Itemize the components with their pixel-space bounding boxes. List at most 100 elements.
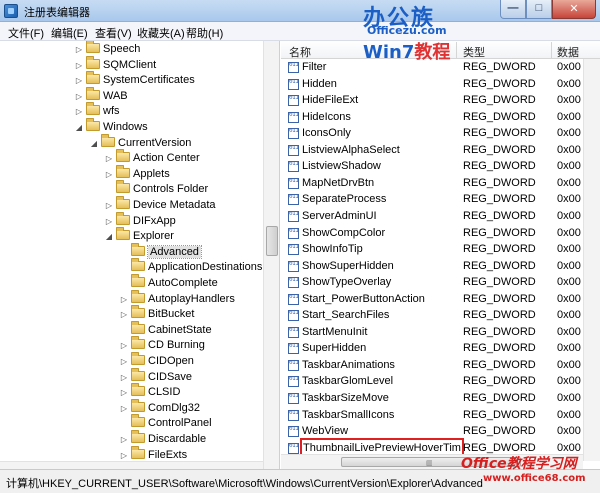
registry-tree[interactable]: ▷ Speech ▷ SQMClient ▷ SystemCertificates ▷ WAB… xyxy=(0,41,280,469)
value-type: REG_DWORD xyxy=(463,176,536,189)
tree-node-label: CIDOpen xyxy=(148,355,194,367)
expand-arrow-icon[interactable]: ▷ xyxy=(74,42,84,58)
value-data: 0x00 xyxy=(557,292,581,305)
tree-node[interactable]: ▷ CLSID xyxy=(119,383,180,401)
column-separator[interactable] xyxy=(551,42,552,58)
tree-node[interactable]: ▷ Speech xyxy=(74,41,140,58)
registry-value-row[interactable]: 011 110HideFileExt REG_DWORD 0x00 xyxy=(281,92,600,109)
registry-value-row[interactable]: 011 110TaskbarSmallIcons REG_DWORD 0x00 xyxy=(281,407,600,424)
registry-value-row[interactable]: 011 110ServerAdminUI REG_DWORD 0x00 xyxy=(281,208,600,225)
value-type: REG_DWORD xyxy=(463,342,536,355)
collapse-arrow-icon[interactable]: ◢ xyxy=(89,136,99,152)
tree-node[interactable]: ▷ DIFxApp xyxy=(104,211,176,230)
value-data: 0x00 xyxy=(557,408,581,421)
tree-node[interactable]: ▷ wfs xyxy=(74,102,120,120)
expand-arrow-icon[interactable]: ▷ xyxy=(74,58,84,74)
minimize-button[interactable]: — xyxy=(500,0,526,19)
tree-node-label: CD Burning xyxy=(148,339,205,352)
registry-value-row[interactable]: 011 110StartMenuInit REG_DWORD 0x00 xyxy=(281,324,600,341)
registry-value-row[interactable]: 011 110TaskbarSizeMove REG_DWORD 0x00 xyxy=(281,390,600,407)
tree-node[interactable]: ▷ CIDOpen xyxy=(119,352,194,370)
registry-value-row[interactable]: 011 110ShowTypeOverlay REG_DWORD 0x00 xyxy=(281,274,600,291)
column-name-header[interactable]: 名称 xyxy=(289,44,311,60)
tree-node-label: BitBucket xyxy=(148,308,195,321)
menu-view[interactable]: 查看(V) xyxy=(95,25,132,41)
registry-value-row[interactable]: 011 110IconsOnly REG_DWORD 0x00 xyxy=(281,125,600,142)
registry-value-row[interactable]: 011 110SuperHidden REG_DWORD 0x00 xyxy=(281,340,600,357)
expand-arrow-icon[interactable]: ▷ xyxy=(104,151,114,167)
expand-arrow-icon[interactable]: ▷ xyxy=(74,104,84,120)
list-vertical-scrollbar[interactable] xyxy=(583,59,600,461)
registry-value-row[interactable]: 011 110SeparateProcess REG_DWORD 0x00 xyxy=(281,191,600,208)
values-list[interactable]: 名称 类型 数据 011 110FilterREG_DWORD0x00011 1… xyxy=(281,41,600,469)
value-data: 0x00 xyxy=(557,77,581,90)
regedit-app-icon xyxy=(4,4,18,18)
expand-arrow-icon[interactable]: ▷ xyxy=(119,307,129,323)
tree-node[interactable]: ▷ CIDSave xyxy=(119,367,192,386)
tree-node[interactable]: ApplicationDestinations xyxy=(119,258,262,276)
expand-arrow-icon[interactable]: ▷ xyxy=(119,338,129,354)
registry-value-row[interactable]: 011 110WebView REG_DWORD 0x00 xyxy=(281,423,600,440)
menu-edit[interactable]: 编辑(E) xyxy=(51,25,88,41)
value-type: REG_DWORD xyxy=(463,77,536,90)
value-data: 0x00 xyxy=(557,61,581,73)
expand-arrow-icon[interactable]: ▷ xyxy=(104,167,114,183)
value-type: REG_DWORD xyxy=(463,160,536,173)
expand-arrow-icon[interactable]: ▷ xyxy=(74,73,84,89)
registry-value-row[interactable]: 011 110Start_PowerButtonAction REG_DWORD 0… xyxy=(281,291,600,308)
expand-arrow-icon[interactable]: ▷ xyxy=(119,385,129,401)
registry-value-row[interactable]: 011 110ShowSuperHidden REG_DWORD 0x00 xyxy=(281,258,600,275)
menu-file[interactable]: 文件(F) xyxy=(8,25,44,41)
expand-arrow-icon[interactable]: ▷ xyxy=(104,214,114,230)
registry-value-row[interactable]: 011 110ListviewAlphaSelect REG_DWORD 0x00 xyxy=(281,142,600,159)
menu-help[interactable]: 帮助(H) xyxy=(186,25,223,41)
tree-vertical-scrollbar[interactable] xyxy=(263,41,279,469)
collapse-arrow-icon[interactable]: ◢ xyxy=(104,229,114,245)
expand-arrow-icon[interactable]: ▷ xyxy=(119,370,129,386)
value-name: Hidden xyxy=(302,77,337,90)
registry-value-row[interactable]: 011 110ShowCompColor REG_DWORD 0x00 xyxy=(281,225,600,242)
folder-icon xyxy=(131,367,145,381)
tree-node[interactable]: ▷ WAB xyxy=(74,86,128,105)
registry-value-row[interactable]: 011 110Start_SearchFiles REG_DWORD 0x00 xyxy=(281,307,600,324)
tree-node[interactable]: ◢ Windows xyxy=(74,118,148,136)
expand-arrow-icon[interactable]: ▷ xyxy=(119,292,129,308)
folder-icon xyxy=(116,164,130,178)
value-data: 0x00 xyxy=(557,193,581,206)
value-data: 0x00 xyxy=(557,342,581,355)
window-controls: — □ ✕ xyxy=(500,0,596,19)
registry-value-row[interactable]: 011 110TaskbarGlomLevel REG_DWORD 0x00 xyxy=(281,373,600,390)
registry-value-row[interactable]: 011 110ShowInfoTip REG_DWORD 0x00 xyxy=(281,241,600,258)
maximize-button[interactable]: □ xyxy=(526,0,552,19)
value-type: REG_DWORD xyxy=(463,392,536,404)
close-button[interactable]: ✕ xyxy=(552,0,596,19)
registry-value-row[interactable]: 011 110ListviewShadow REG_DWORD 0x00 xyxy=(281,158,600,175)
folder-icon xyxy=(116,196,130,209)
value-data: 0x00 xyxy=(557,392,581,404)
menu-favorites[interactable]: 收藏夹(A) xyxy=(137,25,185,41)
registry-value-row[interactable]: 011 110HideIcons REG_DWORD 0x00 xyxy=(281,109,600,126)
value-type: REG_DWORD xyxy=(463,375,536,388)
tree-node[interactable]: ◢ CurrentVersion xyxy=(89,133,191,152)
registry-value-row[interactable]: 011 110Hidden REG_DWORD 0x00 xyxy=(281,76,600,93)
tree-node-label: Controls Folder xyxy=(133,183,209,196)
expand-arrow-icon[interactable]: ▷ xyxy=(119,401,129,417)
tree-node[interactable]: ◢ Explorer xyxy=(104,227,174,245)
collapse-arrow-icon[interactable]: ◢ xyxy=(74,120,84,136)
expand-arrow-icon[interactable]: ▷ xyxy=(74,89,84,105)
folder-icon xyxy=(131,430,145,443)
expand-arrow-icon[interactable]: ▷ xyxy=(119,432,129,448)
tree-node-label: Advanced xyxy=(147,244,202,259)
registry-value-row[interactable]: 011 110TaskbarAnimations REG_DWORD 0x00 xyxy=(281,357,600,374)
expand-arrow-icon[interactable]: ▷ xyxy=(104,198,114,214)
column-data-header[interactable]: 数据 xyxy=(557,44,579,60)
expand-arrow-icon[interactable]: ▷ xyxy=(119,354,129,370)
registry-value-row[interactable]: 011 110MapNetDrvBtn REG_DWORD 0x00 xyxy=(281,175,600,192)
value-data: 0x00 xyxy=(557,276,581,289)
tree-scroll-thumb[interactable] xyxy=(266,226,278,256)
tree-node-label: ComDlg32 xyxy=(148,401,200,414)
tree-horizontal-scrollbar[interactable] xyxy=(0,461,263,469)
value-name: StartMenuInit xyxy=(302,325,368,338)
value-type: REG_DWORD xyxy=(463,243,536,256)
tree-node[interactable]: ▷ Applets xyxy=(104,164,170,183)
